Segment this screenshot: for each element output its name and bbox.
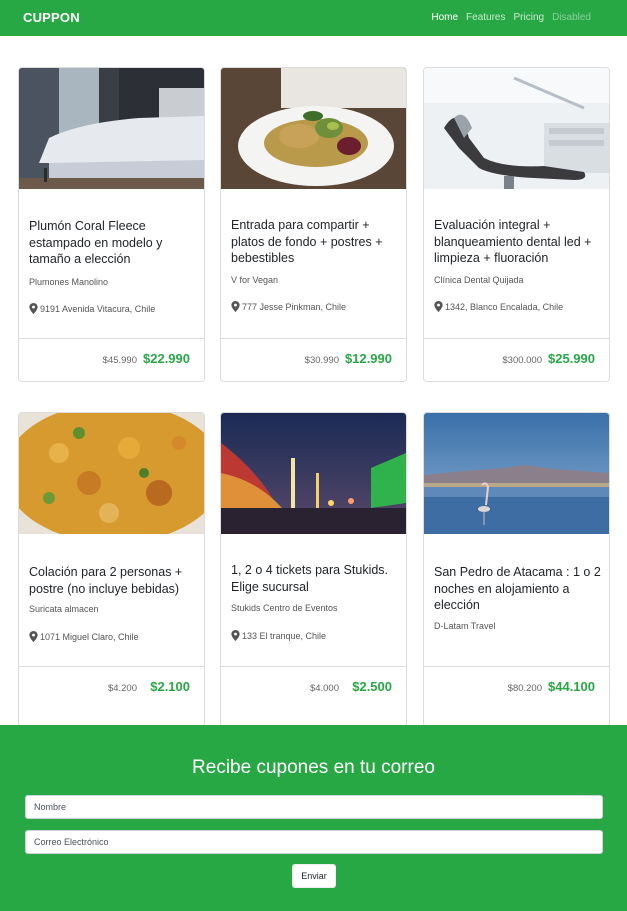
deal-title[interactable]: Plumón Coral Fleece estampado en modelo … bbox=[29, 218, 197, 268]
deal-vendor: Stukids Centro de Eventos bbox=[231, 603, 338, 613]
nav-link-pricing[interactable]: Pricing bbox=[514, 12, 545, 23]
navbar: CUPPON Home Features Pricing Disabled bbox=[0, 0, 627, 36]
deal-new-price: $2.500 bbox=[352, 679, 392, 694]
map-pin-icon bbox=[231, 630, 240, 641]
deal-card[interactable]: 1, 2 o 4 tickets para Stukids. Elige suc… bbox=[220, 412, 407, 727]
map-pin-icon bbox=[434, 301, 443, 312]
deal-location-text: 1342, Blanco Encalada, Chile bbox=[445, 301, 564, 312]
deal-location-text: 1071 Miguel Claro, Chile bbox=[40, 631, 139, 642]
deal-old-price: $300.000 bbox=[502, 355, 542, 366]
map-pin-icon bbox=[29, 303, 38, 314]
deal-image-bedroom[interactable] bbox=[19, 68, 204, 189]
deal-old-price: $80.200 bbox=[507, 683, 542, 694]
deal-title[interactable]: Entrada para compartir + platos de fondo… bbox=[231, 217, 399, 267]
deal-new-price: $44.100 bbox=[548, 679, 595, 694]
deal-card[interactable]: Plumón Coral Fleece estampado en modelo … bbox=[18, 67, 205, 382]
newsletter-title: Recibe cupones en tu correo bbox=[192, 757, 435, 778]
deal-image-vegan-dish[interactable] bbox=[221, 68, 406, 189]
deal-title[interactable]: 1, 2 o 4 tickets para Stukids. Elige suc… bbox=[231, 562, 399, 595]
map-pin-icon bbox=[231, 301, 240, 312]
deal-price-footer: $4.200 $2.100 bbox=[19, 666, 204, 710]
nav-links: Home Features Pricing Disabled bbox=[431, 12, 591, 23]
deal-title[interactable]: Evaluación integral + blanqueamiento den… bbox=[434, 217, 602, 267]
deal-card[interactable]: Evaluación integral + blanqueamiento den… bbox=[423, 67, 610, 382]
deal-card[interactable]: San Pedro de Atacama : 1 o 2 noches en a… bbox=[423, 412, 610, 727]
deal-location-text: 9191 Avenida Vitacura, Chile bbox=[40, 303, 156, 314]
deal-price-footer: $300.000 $25.990 bbox=[424, 338, 609, 381]
deal-old-price: $30.990 bbox=[304, 355, 339, 366]
newsletter-section: Recibe cupones en tu correo Enviar bbox=[0, 725, 627, 911]
deal-location: 777 Jesse Pinkman, Chile bbox=[231, 301, 346, 312]
map-pin-icon bbox=[29, 631, 38, 642]
deal-location: 9191 Avenida Vitacura, Chile bbox=[29, 303, 155, 314]
deal-price-footer: $80.200 $44.100 bbox=[424, 666, 609, 710]
deal-price-footer: $4.000 $2.500 bbox=[221, 666, 406, 710]
deal-card[interactable]: Entrada para compartir + platos de fondo… bbox=[220, 67, 407, 382]
deal-new-price: $12.990 bbox=[345, 351, 392, 366]
deal-vendor: D-Latam Travel bbox=[434, 621, 496, 631]
deal-image-dental-chair[interactable] bbox=[424, 68, 609, 189]
deal-vendor: Plumones Manolino bbox=[29, 277, 109, 287]
deal-price-footer: $30.990 $12.990 bbox=[221, 338, 406, 381]
deal-price-footer: $45.990 $22.990 bbox=[19, 338, 204, 381]
name-input[interactable] bbox=[25, 795, 603, 819]
deal-new-price: $25.990 bbox=[548, 351, 595, 366]
submit-button[interactable]: Enviar bbox=[292, 864, 336, 888]
deal-image-stew[interactable] bbox=[19, 413, 204, 534]
deal-card[interactable]: Colación para 2 personas + postre (no in… bbox=[18, 412, 205, 727]
email-input[interactable] bbox=[25, 830, 603, 854]
deal-old-price: $4.200 bbox=[107, 683, 137, 694]
deal-new-price: $22.990 bbox=[143, 351, 190, 366]
deal-vendor: V for Vegan bbox=[231, 275, 279, 285]
nav-link-home[interactable]: Home bbox=[431, 12, 458, 23]
deal-location-text: 777 Jesse Pinkman, Chile bbox=[242, 301, 347, 312]
brand-logo[interactable]: CUPPON bbox=[23, 10, 80, 25]
deal-location: 133 El tranque, Chile bbox=[231, 630, 326, 641]
deal-location-text: 133 El tranque, Chile bbox=[242, 630, 327, 641]
deal-old-price: $45.990 bbox=[102, 355, 137, 366]
deal-image-fair-rides[interactable] bbox=[221, 413, 406, 534]
deal-vendor: Clínica Dental Quijada bbox=[434, 275, 524, 285]
nav-link-disabled: Disabled bbox=[552, 12, 591, 23]
deal-title[interactable]: Colación para 2 personas + postre (no in… bbox=[29, 564, 197, 597]
deal-old-price: $4.000 bbox=[309, 683, 339, 694]
deal-new-price: $2.100 bbox=[150, 679, 190, 694]
nav-link-features[interactable]: Features bbox=[466, 12, 505, 23]
deal-title[interactable]: San Pedro de Atacama : 1 o 2 noches en a… bbox=[434, 564, 602, 614]
deal-location: 1071 Miguel Claro, Chile bbox=[29, 631, 139, 642]
deal-location: 1342, Blanco Encalada, Chile bbox=[434, 301, 563, 312]
deal-image-salt-lake-flamingo[interactable] bbox=[424, 413, 609, 534]
deal-vendor: Suricata almacen bbox=[29, 604, 99, 614]
